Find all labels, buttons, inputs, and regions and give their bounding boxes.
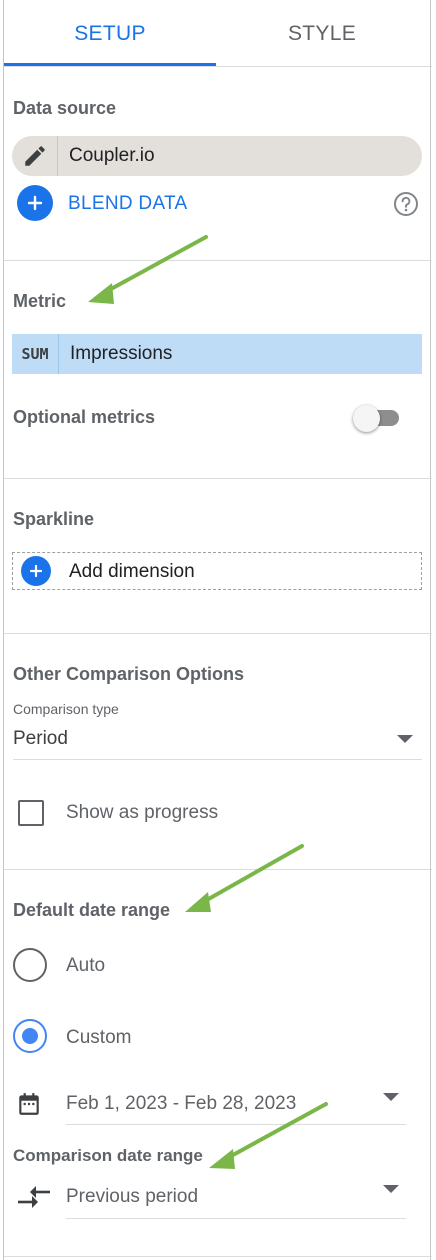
- select-underline: [66, 1124, 406, 1125]
- chevron-down-icon[interactable]: [383, 1093, 399, 1101]
- toggle-knob: [353, 405, 380, 432]
- metric-field-name: Impressions: [70, 343, 173, 364]
- plus-icon: [21, 556, 51, 586]
- data-source-title: Data source: [13, 98, 117, 118]
- section-divider: [4, 1256, 432, 1257]
- add-dimension-button[interactable]: Add dimension: [12, 552, 422, 590]
- tab-style[interactable]: STYLE: [216, 0, 428, 67]
- data-source-chip[interactable]: Coupler.io: [12, 136, 422, 176]
- section-divider: [4, 633, 432, 634]
- blend-data-button[interactable]: BLEND DATA: [68, 193, 188, 215]
- data-source-name: Coupler.io: [69, 145, 155, 166]
- help-icon[interactable]: [393, 191, 419, 217]
- compare-arrows-icon: [18, 1186, 50, 1208]
- default-date-range-title: Default date range: [13, 900, 171, 920]
- comparison-date-range-title: Comparison date range: [13, 1146, 203, 1165]
- aggregation-badge[interactable]: SUM: [12, 334, 59, 374]
- select-underline: [13, 759, 422, 760]
- chevron-down-icon[interactable]: [397, 735, 413, 743]
- tab-bar: SETUP STYLE: [4, 0, 432, 67]
- select-underline: [66, 1218, 406, 1219]
- section-divider: [4, 869, 432, 870]
- radio-custom[interactable]: [13, 1019, 47, 1053]
- metric-title: Metric: [13, 291, 67, 311]
- add-dimension-label: Add dimension: [69, 561, 195, 582]
- optional-metrics-label: Optional metrics: [13, 407, 156, 427]
- calendar-icon: [19, 1093, 39, 1115]
- plus-icon[interactable]: [17, 185, 53, 221]
- tab-setup[interactable]: SETUP: [4, 0, 216, 67]
- optional-metrics-toggle[interactable]: [353, 404, 401, 432]
- comparison-type-select[interactable]: Period: [13, 728, 68, 750]
- custom-date-range-picker[interactable]: Feb 1, 2023 - Feb 28, 2023: [66, 1093, 296, 1115]
- properties-panel: SETUP STYLE Data source Coupler.io BLEND…: [3, 0, 432, 1260]
- show-as-progress-label: Show as progress: [66, 802, 219, 823]
- radio-auto-label: Auto: [66, 955, 106, 976]
- radio-auto[interactable]: [13, 948, 47, 982]
- chevron-down-icon[interactable]: [383, 1185, 399, 1193]
- active-tab-indicator: [4, 63, 216, 66]
- comparison-date-range-select[interactable]: Previous period: [66, 1186, 198, 1208]
- metric-chip[interactable]: SUM Impressions: [12, 334, 422, 374]
- show-as-progress-checkbox[interactable]: [18, 800, 44, 826]
- pencil-icon[interactable]: [12, 136, 58, 176]
- section-divider: [4, 260, 432, 261]
- comparison-options-title: Other Comparison Options: [13, 664, 245, 684]
- radio-selected-dot: [22, 1028, 38, 1044]
- comparison-type-label: Comparison type: [13, 701, 119, 717]
- section-divider: [4, 478, 432, 479]
- sparkline-title: Sparkline: [13, 509, 95, 529]
- radio-custom-label: Custom: [66, 1027, 132, 1048]
